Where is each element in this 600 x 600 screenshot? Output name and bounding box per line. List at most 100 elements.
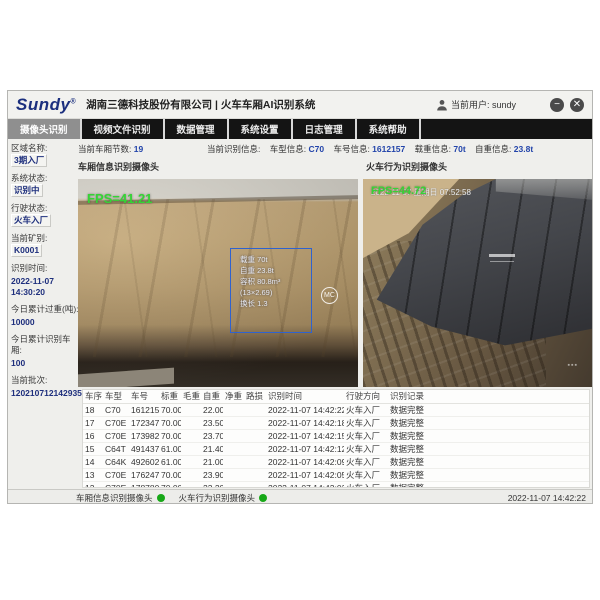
table-row[interactable]: 17 C70E 1723479 70.00 23.50 2022-11-07 1… — [83, 416, 589, 429]
header-record-status: 识别记录 — [388, 390, 438, 403]
car-stamp-circle: MC — [321, 287, 338, 304]
topbar: Sundy® 湖南三德科技股份有限公司 | 火车车厢AI识别系统 当前用户: s… — [8, 91, 592, 119]
car-marking-line: (13×2.69) — [240, 287, 311, 298]
cell-net-weight — [223, 416, 244, 429]
sidebar-field: 今日累计过重(吨): 10000 — [11, 304, 79, 328]
app-title: 湖南三德科技股份有限公司 | 火车车厢AI识别系统 — [86, 97, 315, 112]
info-segment-label: 车号信息: — [333, 144, 372, 154]
field-value: 10000 — [11, 317, 79, 328]
cell-gross-weight — [181, 455, 201, 468]
cell-tare-weight: 23.90 — [201, 468, 223, 481]
brand-logo: Sundy® — [16, 95, 76, 115]
cell-net-weight — [223, 442, 244, 455]
minimize-button[interactable]: − — [550, 98, 564, 112]
field-value: 100 — [11, 358, 79, 369]
info-segment: 车型信息: C70 — [270, 144, 334, 154]
camera-status-label: 车厢信息识别摄像头 — [76, 492, 153, 504]
field-label: 区域名称: — [11, 143, 47, 153]
cell-car-type: C64T — [103, 442, 129, 455]
cell-record-status: 数据完整 — [388, 429, 438, 442]
cell-car-number: 1723479 — [129, 416, 159, 429]
cell-direction: 火车入厂 — [344, 403, 388, 416]
info-segment: 自重信息: 23.8t — [475, 144, 540, 154]
table-header-row: 车序 车型 车号 标重 毛重 自重 净重 路损 识别时间 行驶方向 识别记录 — [83, 390, 589, 403]
header-rated-weight: 标重 — [159, 390, 181, 403]
info-segment-label: 当前识别信息: — [207, 144, 263, 154]
info-segment-label: 自重信息: — [475, 144, 514, 154]
table-row[interactable]: 14 C64K 4926025 61.00 21.00 2022-11-07 1… — [83, 455, 589, 468]
camera-watermark: ▪▪▪ — [568, 362, 578, 369]
menu-item[interactable]: 系统设置 — [229, 119, 293, 139]
cell-direction: 火车入厂 — [344, 455, 388, 468]
header-filler — [438, 390, 589, 403]
cell-car-number: 1612157 — [129, 403, 159, 416]
camera-online-dot — [259, 494, 267, 502]
table-row[interactable]: 13 C70E 1762470 70.00 23.90 2022-11-07 1… — [83, 468, 589, 481]
cell-car-type: C70E — [103, 416, 129, 429]
cell-car-seq: 14 — [83, 455, 103, 468]
info-segment: 当前识别信息: — [207, 144, 270, 154]
sidebar-field: 今日累计识别车厢: 100 — [11, 334, 79, 369]
camera-status-item: 车厢信息识别摄像头 — [76, 492, 165, 504]
cell-road-loss — [244, 416, 266, 429]
current-user-label: 当前用户: sundy — [451, 98, 516, 111]
field-value: 2022-11-07 14:30:20 — [11, 276, 79, 298]
menu-item-label: 系统帮助 — [369, 122, 407, 136]
cell-car-seq: 13 — [83, 468, 103, 481]
car-marking-line: 载重 70t — [240, 254, 311, 265]
field-value: 120210712142935 — [11, 388, 79, 399]
sidebar-field: 行驶状态: 火车入厂 — [11, 203, 79, 227]
menu-item[interactable]: 摄像头识别 — [8, 119, 82, 139]
cell-direction: 火车入厂 — [344, 481, 388, 488]
field-value: 3期入厂 — [11, 154, 47, 167]
info-segment-value: C70 — [308, 144, 324, 154]
cell-direction: 火车入厂 — [344, 468, 388, 481]
user-info: 当前用户: sundy — [436, 98, 516, 111]
menu-item-label: 数据管理 — [177, 122, 215, 136]
cell-direction: 火车入厂 — [344, 429, 388, 442]
cell-rated-weight: 70.00 — [159, 416, 181, 429]
cell-net-weight — [223, 429, 244, 442]
cell-recognition-time: 2022-11-07 14:42:02 — [266, 481, 344, 488]
field-value: 火车入厂 — [11, 214, 51, 227]
info-segment-label: 车型信息: — [270, 144, 309, 154]
table-row[interactable]: 16 C70E 1739826 70.00 23.70 2022-11-07 1… — [83, 429, 589, 442]
menu-item[interactable]: 日志管理 — [293, 119, 357, 139]
cell-gross-weight — [181, 481, 201, 488]
cell-car-number: 1762470 — [129, 468, 159, 481]
cell-tare-weight: 22.00 — [201, 403, 223, 416]
close-button[interactable]: ✕ — [570, 98, 584, 112]
detection-box: 载重 70t 自重 23.8t 容积 80.8m³ (13×2.69) 换长 1… — [230, 248, 312, 333]
statusbar: 车厢信息识别摄像头 火车行为识别摄像头 2022-11-07 14:42:22 — [8, 489, 592, 504]
table-row[interactable]: 15 C64T 4914373 61.00 21.40 2022-11-07 1… — [83, 442, 589, 455]
right-panel-title: 火车行为识别摄像头 — [366, 160, 447, 173]
cell-record-status: 数据完整 — [388, 416, 438, 429]
menu-item[interactable]: 数据管理 — [165, 119, 229, 139]
field-value: 识别中 — [11, 184, 43, 197]
app-window: Sundy® 湖南三德科技股份有限公司 | 火车车厢AI识别系统 当前用户: s… — [7, 90, 593, 504]
header-net-weight: 净重 — [223, 390, 244, 403]
menu-item[interactable]: 视频文件识别 — [82, 119, 165, 139]
car-marking-line: 自重 23.8t — [240, 265, 311, 276]
recognition-info: 当前识别信息: 车型信息: C70 车号信息: 1612157 载重信息: 70… — [207, 143, 540, 155]
camera-status-item: 火车行为识别摄像头 — [179, 492, 268, 504]
car-marking-line: 换长 1.3 — [240, 298, 311, 309]
table-row[interactable]: 18 C70 1612157 70.00 22.00 2022-11-07 14… — [83, 403, 589, 416]
cell-tare-weight: 23.50 — [201, 416, 223, 429]
table-row[interactable]: 12 C70E 1787800 70.00 23.20 2022-11-07 1… — [83, 481, 589, 488]
header-car-type: 车型 — [103, 390, 129, 403]
cell-direction: 火车入厂 — [344, 416, 388, 429]
cell-car-number: 4914373 — [129, 442, 159, 455]
carriage-camera-feed: FPS=41.21 载重 70t 自重 23.8t 容积 80.8m³ (13×… — [78, 179, 358, 387]
menu-item[interactable]: 系统帮助 — [357, 119, 421, 139]
carriage-count: 当前车厢节数: 19 — [78, 143, 143, 155]
menu-item-label: 日志管理 — [305, 122, 343, 136]
cell-car-seq: 17 — [83, 416, 103, 429]
cell-recognition-time: 2022-11-07 14:42:18 — [266, 416, 344, 429]
cell-recognition-time: 2022-11-07 14:42:09 — [266, 455, 344, 468]
left-panel-title: 车厢信息识别摄像头 — [78, 160, 159, 173]
results-table: 车序 车型 车号 标重 毛重 自重 净重 路损 识别时间 行驶方向 识别记录 — [82, 389, 590, 488]
carriage-shading — [78, 179, 358, 387]
cell-filler — [438, 468, 589, 481]
header-recognition-time: 识别时间 — [266, 390, 344, 403]
